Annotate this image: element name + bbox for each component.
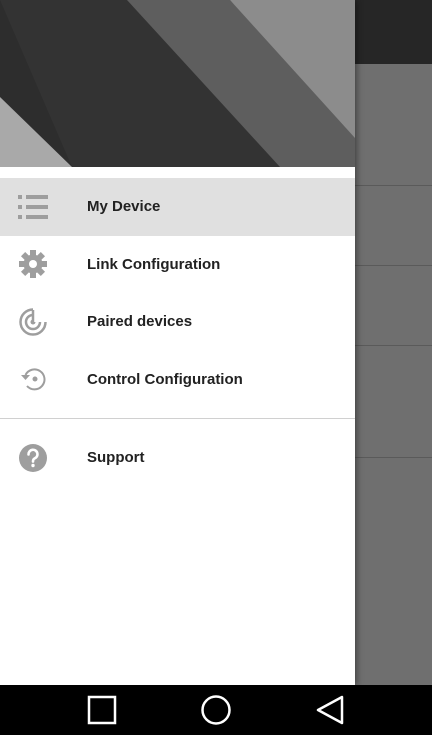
drawer-item-label: My Device [87,198,161,216]
drawer-menu: My Device Link Configuration Paired devi… [0,178,355,487]
screen: My Device Link Configuration Paired devi… [0,0,432,735]
gear-icon [17,248,49,280]
drawer-item-label: Control Configuration [87,370,243,388]
recent-apps-button[interactable] [86,694,118,726]
drawer-item-control-configuration[interactable]: Control Configuration [0,351,355,409]
drawer-item-support[interactable]: Support [0,429,355,487]
back-icon [316,695,344,725]
home-button[interactable] [200,694,232,726]
help-icon [17,442,49,474]
list-icon [17,191,49,223]
header-geometric-pattern [0,0,355,167]
drawer-item-my-device[interactable]: My Device [0,178,355,236]
drawer-item-label: Link Configuration [87,255,221,273]
background-list-divider [355,345,432,346]
home-icon [201,695,231,725]
restore-icon [17,363,49,395]
system-navigation-bar [0,685,432,735]
navigation-drawer: My Device Link Configuration Paired devi… [0,0,355,685]
back-button[interactable] [314,694,346,726]
background-list-divider [355,265,432,266]
drawer-item-link-configuration[interactable]: Link Configuration [0,236,355,294]
drawer-item-paired-devices[interactable]: Paired devices [0,293,355,351]
drawer-header-image [0,0,355,167]
background-list-divider [355,457,432,458]
recent-apps-icon [87,695,117,725]
drawer-item-label: Paired devices [87,313,193,331]
drawer-item-label: Support [87,449,145,467]
background-list-divider [355,185,432,186]
radar-icon [17,306,49,338]
drawer-divider [0,418,355,419]
